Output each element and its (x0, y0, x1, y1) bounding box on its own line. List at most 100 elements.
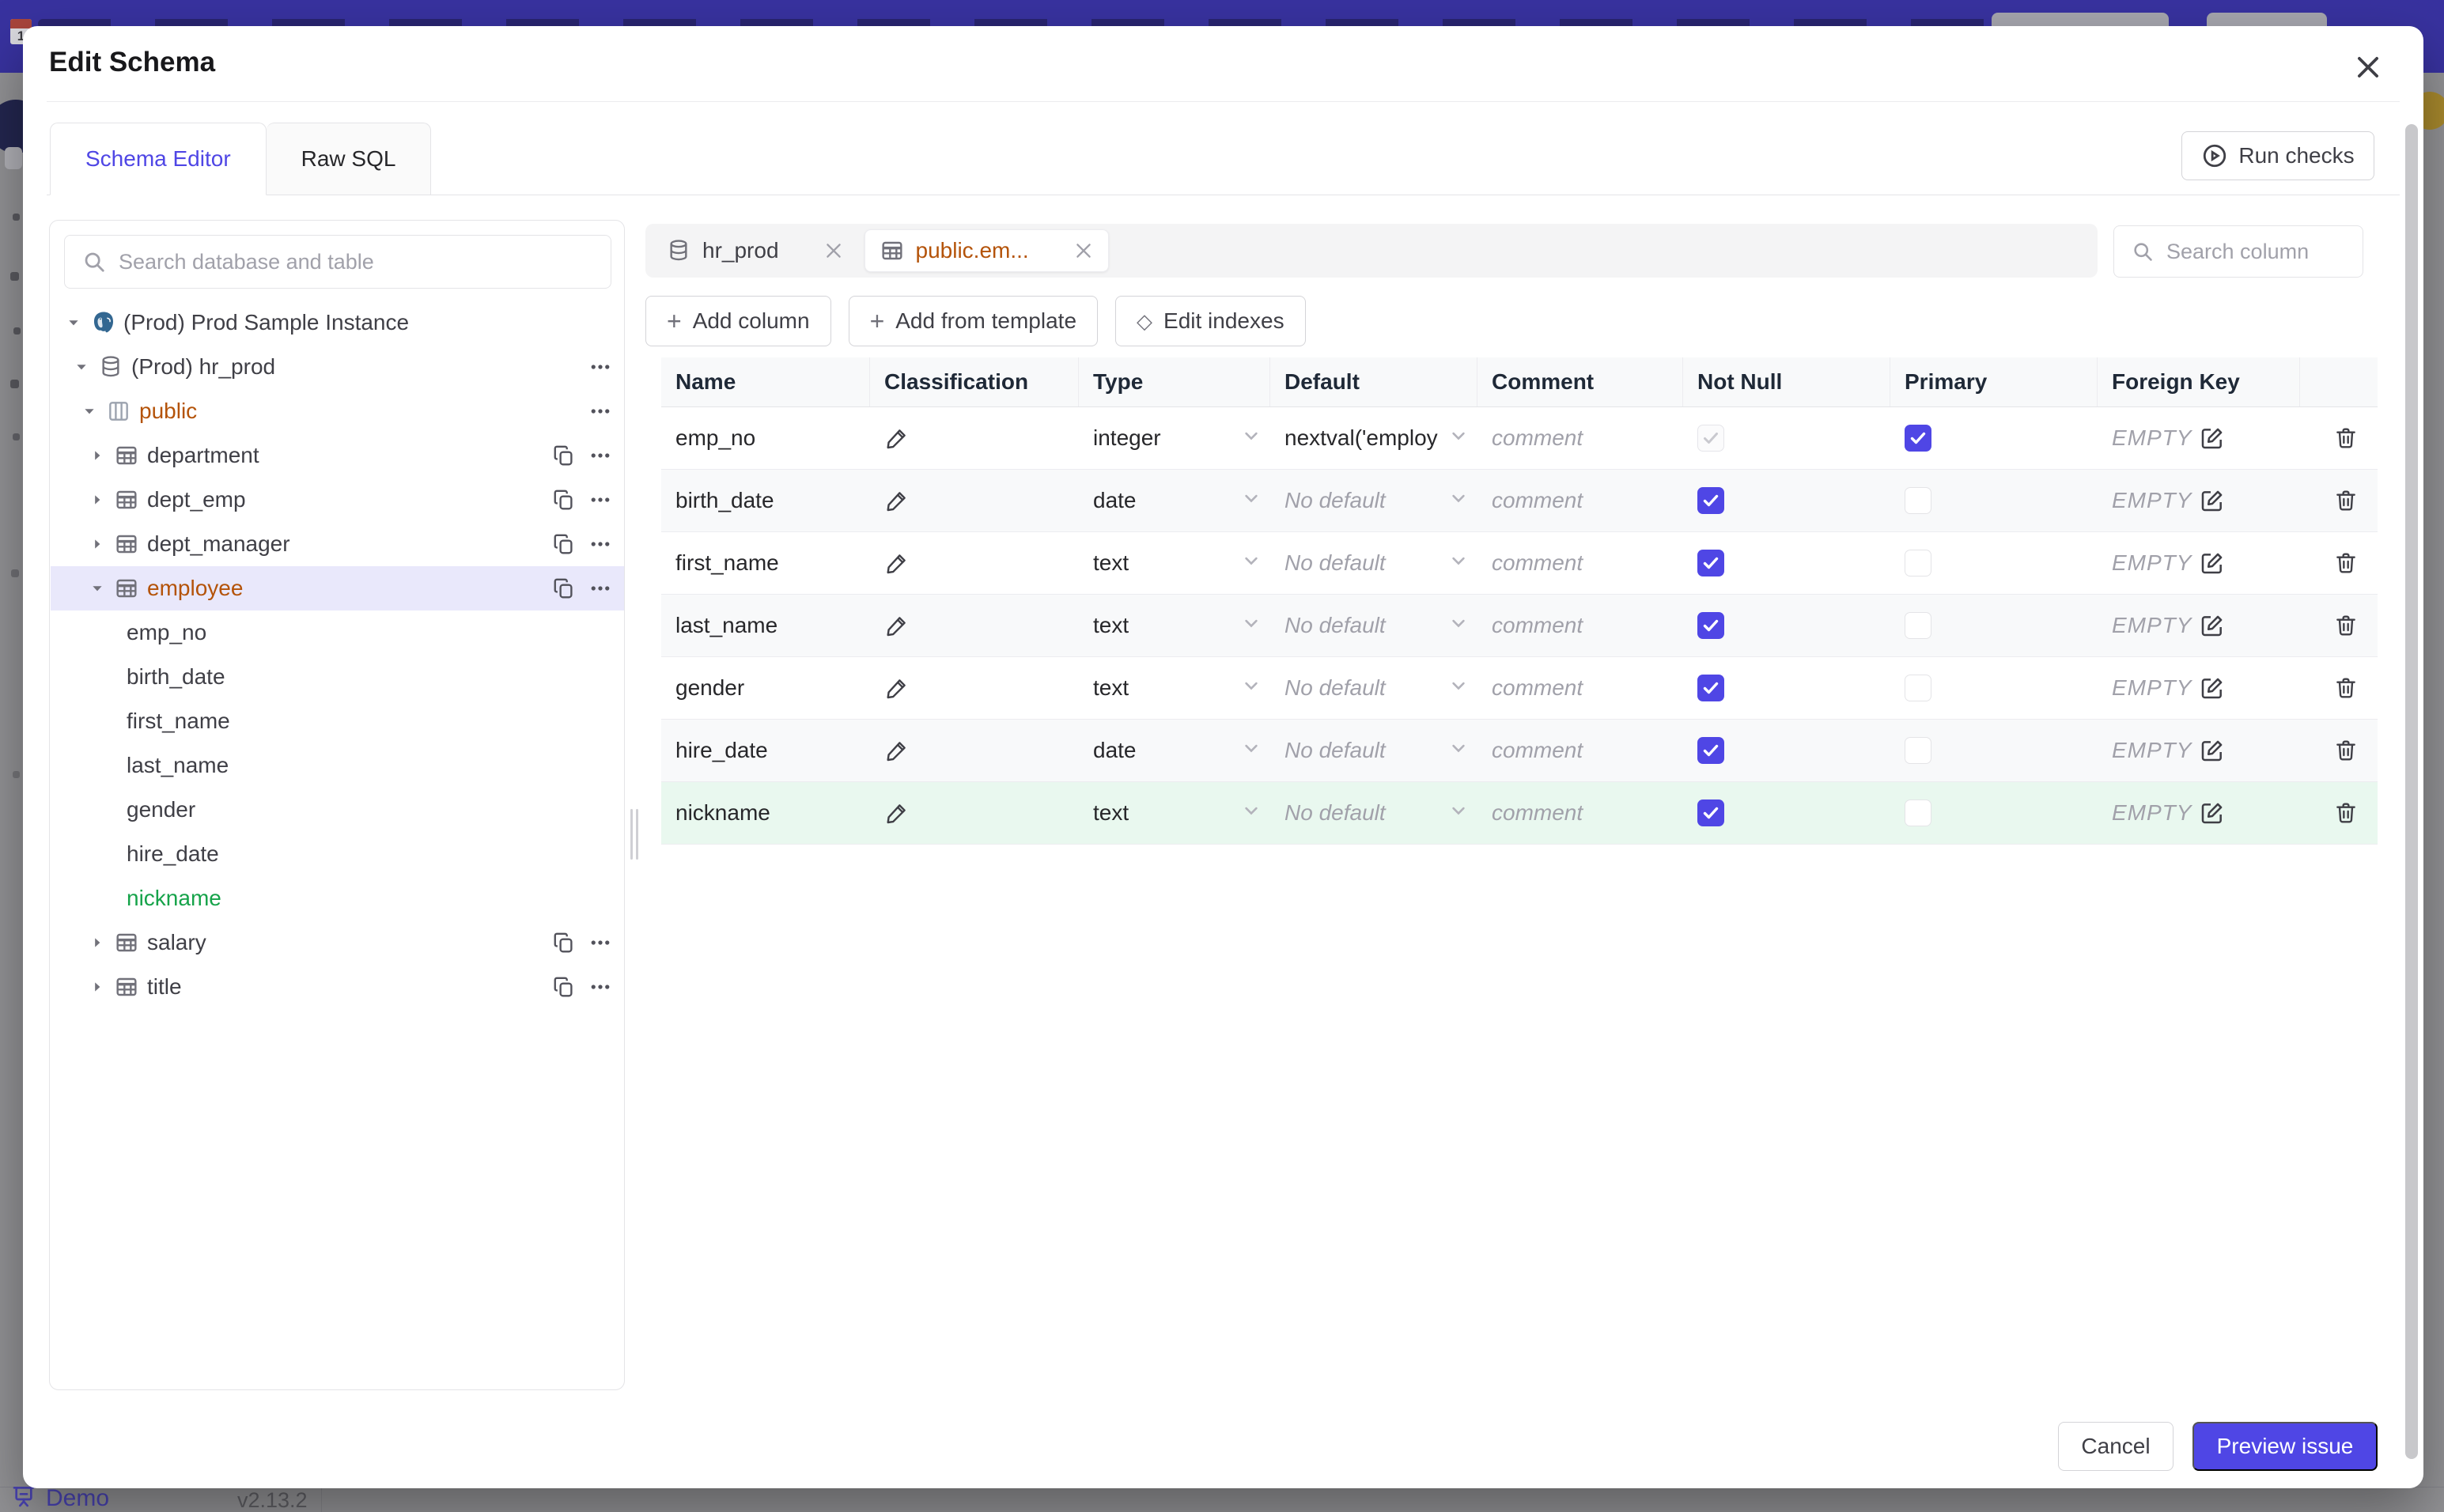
more-actions-icon[interactable] (588, 975, 612, 999)
cancel-button[interactable]: Cancel (2058, 1422, 2173, 1471)
tree-item-dept-emp[interactable]: dept_emp (51, 478, 624, 522)
edit-classification-icon[interactable] (884, 550, 910, 576)
edit-foreign-key-icon[interactable] (2200, 800, 2225, 826)
comment-input[interactable]: comment (1477, 782, 1683, 844)
type-select[interactable]: text (1079, 532, 1270, 594)
type-select[interactable]: date (1079, 470, 1270, 531)
copy-table-icon[interactable] (552, 532, 576, 556)
primary-key-checkbox[interactable] (1905, 675, 1931, 701)
chevron-down-icon[interactable] (1447, 799, 1470, 827)
chevron-down-icon[interactable] (1240, 425, 1262, 452)
column-name-cell[interactable]: hire_date (661, 720, 870, 781)
type-select[interactable]: text (1079, 657, 1270, 719)
comment-input[interactable]: comment (1477, 595, 1683, 656)
edit-foreign-key-icon[interactable] (2200, 550, 2225, 576)
edit-foreign-key-icon[interactable] (2200, 613, 2225, 638)
tree-item-first-name[interactable]: first_name (51, 699, 624, 743)
chevron-right-icon[interactable] (90, 537, 114, 551)
more-actions-icon[interactable] (588, 399, 612, 423)
more-actions-icon[interactable] (588, 444, 612, 467)
tree-item-employee[interactable]: employee (51, 566, 624, 610)
copy-table-icon[interactable] (552, 576, 576, 600)
default-select[interactable]: No default (1270, 532, 1477, 594)
edit-classification-icon[interactable] (884, 738, 910, 763)
panel-resize-handle[interactable] (628, 807, 641, 862)
database-search[interactable] (64, 235, 611, 289)
tree-item--prod-prod-sample-instance[interactable]: (Prod) Prod Sample Instance (51, 301, 624, 345)
tab-raw-sql[interactable]: Raw SQL (266, 123, 432, 195)
type-select[interactable]: date (1079, 720, 1270, 781)
copy-table-icon[interactable] (552, 931, 576, 954)
default-select[interactable]: No default (1270, 595, 1477, 656)
default-select[interactable]: No default (1270, 470, 1477, 531)
not-null-checkbox[interactable] (1697, 612, 1724, 639)
close-tab-icon[interactable] (1073, 240, 1094, 261)
primary-key-checkbox[interactable] (1905, 487, 1931, 514)
tree-item-hire-date[interactable]: hire_date (51, 832, 624, 876)
close-tab-icon[interactable] (823, 240, 844, 261)
chevron-down-icon[interactable] (1447, 737, 1470, 765)
chevron-down-icon[interactable] (66, 316, 90, 330)
primary-key-checkbox[interactable] (1905, 612, 1931, 639)
chevron-right-icon[interactable] (90, 493, 114, 507)
column-name-cell[interactable]: nickname (661, 782, 870, 844)
chevron-right-icon[interactable] (90, 936, 114, 950)
chevron-right-icon[interactable] (90, 448, 114, 463)
editor-tab-hr-prod[interactable]: hr_prod (652, 230, 858, 271)
delete-column-icon[interactable] (2333, 488, 2359, 513)
demo-link[interactable]: Demo (46, 1485, 109, 1512)
primary-key-checkbox[interactable] (1905, 425, 1931, 452)
edit-foreign-key-icon[interactable] (2200, 738, 2225, 763)
chevron-down-icon[interactable] (1447, 675, 1470, 702)
tree-item-emp-no[interactable]: emp_no (51, 610, 624, 655)
column-name-cell[interactable]: birth_date (661, 470, 870, 531)
column-search[interactable] (2113, 225, 2363, 278)
tree-item-nickname[interactable]: nickname (51, 876, 624, 920)
chevron-down-icon[interactable] (1240, 675, 1262, 702)
editor-tab-public-em-[interactable]: public.em... (864, 229, 1109, 272)
column-name-cell[interactable]: last_name (661, 595, 870, 656)
column-name-cell[interactable]: first_name (661, 532, 870, 594)
chevron-right-icon[interactable] (90, 980, 114, 994)
not-null-checkbox[interactable] (1697, 487, 1724, 514)
tree-item-department[interactable]: department (51, 433, 624, 478)
type-select[interactable]: integer (1079, 407, 1270, 469)
chevron-down-icon[interactable] (74, 360, 98, 374)
chevron-down-icon[interactable] (90, 581, 114, 595)
chevron-down-icon[interactable] (1240, 612, 1262, 640)
tab-schema-editor[interactable]: Schema Editor (50, 123, 267, 195)
comment-input[interactable]: comment (1477, 532, 1683, 594)
copy-table-icon[interactable] (552, 975, 576, 999)
edit-classification-icon[interactable] (884, 613, 910, 638)
preview-issue-button[interactable]: Preview issue (2192, 1422, 2378, 1471)
primary-key-checkbox[interactable] (1905, 550, 1931, 576)
primary-key-checkbox[interactable] (1905, 799, 1931, 826)
not-null-checkbox[interactable] (1697, 675, 1724, 701)
tree-item-salary[interactable]: salary (51, 920, 624, 965)
more-actions-icon[interactable] (588, 532, 612, 556)
close-icon[interactable] (2347, 46, 2389, 89)
default-select[interactable]: No default (1270, 782, 1477, 844)
type-select[interactable]: text (1079, 782, 1270, 844)
comment-input[interactable]: comment (1477, 720, 1683, 781)
tree-item-public[interactable]: public (51, 389, 624, 433)
default-select[interactable]: No default (1270, 720, 1477, 781)
edit-classification-icon[interactable] (884, 675, 910, 701)
delete-column-icon[interactable] (2333, 738, 2359, 763)
more-actions-icon[interactable] (588, 576, 612, 600)
comment-input[interactable]: comment (1477, 470, 1683, 531)
delete-column-icon[interactable] (2333, 800, 2359, 826)
chevron-down-icon[interactable] (1240, 550, 1262, 577)
primary-key-checkbox[interactable] (1905, 737, 1931, 764)
tree-item-dept-manager[interactable]: dept_manager (51, 522, 624, 566)
column-search-input[interactable] (2165, 238, 2363, 265)
not-null-checkbox[interactable] (1697, 550, 1724, 576)
tree-item-title[interactable]: title (51, 965, 624, 1009)
chevron-down-icon[interactable] (1240, 737, 1262, 765)
delete-column-icon[interactable] (2333, 425, 2359, 451)
comment-input[interactable]: comment (1477, 657, 1683, 719)
more-actions-icon[interactable] (588, 931, 612, 954)
default-select[interactable]: No default (1270, 657, 1477, 719)
edit-foreign-key-icon[interactable] (2200, 425, 2225, 451)
add-from-template-button[interactable]: + Add from template (848, 296, 1099, 346)
